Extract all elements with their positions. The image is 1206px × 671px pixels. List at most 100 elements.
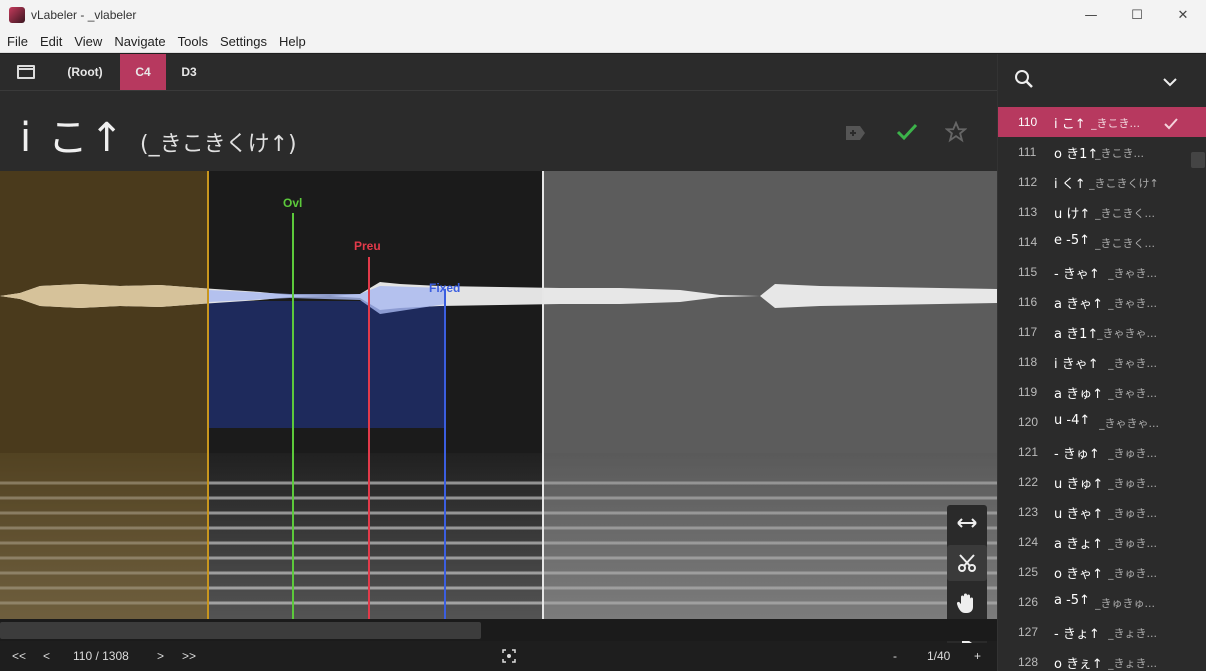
preu-line[interactable]	[368, 257, 370, 619]
entry-sample: _きょき...	[1108, 657, 1157, 670]
entry-list-item[interactable]: 128 o きぇ↑ _きょき...	[998, 647, 1206, 671]
entry-name: u -4↑	[1054, 413, 1091, 428]
entry-sample: _きゃき...	[1108, 387, 1157, 400]
entry-list-item[interactable]: 127 - きょ↑ _きょき...	[998, 617, 1206, 647]
menu-help[interactable]: Help	[272, 31, 311, 49]
star-icon[interactable]	[944, 120, 968, 149]
entry-index: 121	[1018, 445, 1039, 459]
entry-index: 110	[1018, 115, 1038, 129]
entry-list-item[interactable]: 126 a -5↑ _きゅきゅ...	[998, 587, 1206, 617]
zoom-out-button[interactable]: -	[893, 649, 897, 663]
tag-icon[interactable]	[844, 123, 868, 149]
scrollbar-thumb[interactable]	[0, 622, 481, 639]
waveform-editor[interactable]: Ovl Preu Fixed	[0, 171, 997, 619]
entry-list-item[interactable]: 110 i こ↑ _きこき...	[998, 107, 1206, 137]
entry-index: 112	[1018, 175, 1038, 189]
close-button[interactable]: ✕	[1160, 0, 1206, 31]
entry-list-item[interactable]: 116 a きゃ↑ _きゃき...	[998, 287, 1206, 317]
entry-sample: _きゅき...	[1108, 537, 1157, 550]
tab-d3[interactable]: D3	[166, 54, 212, 90]
entry-index: 115	[1018, 265, 1038, 279]
entry-list-item[interactable]: 118 i きゃ↑ _きゃき...	[998, 347, 1206, 377]
entry-sample: _きこき...	[1095, 147, 1144, 160]
maximize-button[interactable]: ☐	[1114, 0, 1160, 31]
entry-sample: _きゃきゃ...	[1097, 327, 1157, 340]
entry-sample: _きゅき...	[1108, 477, 1157, 490]
minimize-button[interactable]: —	[1068, 0, 1114, 31]
left-cutoff-line[interactable]	[207, 171, 209, 619]
entry-index: 128	[1018, 655, 1039, 669]
menu-view[interactable]: View	[67, 31, 107, 49]
entry-index: 116	[1018, 295, 1038, 309]
fixed-label: Fixed	[429, 281, 461, 295]
entry-list-item[interactable]: 112 i く↑ _きこきくけ↑	[998, 167, 1206, 197]
last-entry-button[interactable]: >>	[182, 649, 196, 663]
entry-list-item[interactable]: 124 a きょ↑ _きゅき...	[998, 527, 1206, 557]
tab-c4[interactable]: C4	[120, 54, 166, 90]
entry-list-panel: 110 i こ↑ _きこき... 111 o き1↑ _きこき... 112 i く↑ _きこき…	[997, 54, 1206, 671]
right-cutoff-line[interactable]	[542, 171, 544, 619]
menu-navigate[interactable]: Navigate	[107, 31, 170, 49]
menu-edit[interactable]: Edit	[33, 31, 67, 49]
done-check-icon[interactable]	[896, 122, 918, 148]
entry-sample: _きこきく...	[1095, 207, 1155, 220]
entry-index: 126	[1018, 595, 1039, 609]
fixed-line[interactable]	[444, 289, 446, 619]
entry-name: o きぇ↑	[1054, 657, 1103, 671]
entry-position[interactable]: 110 / 1308	[73, 649, 129, 663]
entry-list-item[interactable]: 119 a きゅ↑ _きゃき...	[998, 377, 1206, 407]
fit-view-icon[interactable]	[502, 649, 516, 666]
entry-index: 118	[1018, 355, 1038, 369]
prev-entry-button[interactable]: <	[43, 649, 50, 663]
entry-list-item[interactable]: 122 u きゅ↑ _きゅき...	[998, 467, 1206, 497]
cursor-tool-icon[interactable]	[947, 505, 987, 541]
scissors-icon[interactable]	[947, 545, 987, 581]
entry-list-item[interactable]: 120 u -4↑ _きゃきゃ...	[998, 407, 1206, 437]
entry-sample: _きゅき...	[1108, 447, 1157, 460]
navigation-footer: << < 110 / 1308 > >> - 1/40 +	[0, 643, 997, 671]
tab-root[interactable]: (Root)	[55, 54, 115, 90]
entry-sample-name[interactable]: (_きこきくけ↑)	[140, 126, 297, 158]
window-title: vLabeler - _vlabeler	[31, 8, 137, 22]
entry-sample: _きゅきゅ...	[1095, 597, 1155, 610]
entry-index: 117	[1018, 325, 1038, 339]
entry-name[interactable]: i こ↑	[20, 105, 125, 163]
entry-list-item[interactable]: 115 - きゃ↑ _きゃき...	[998, 257, 1206, 287]
entry-list-item[interactable]: 117 a き1↑ _きゃきゃ...	[998, 317, 1206, 347]
entry-name: a きょ↑	[1054, 537, 1103, 552]
entry-sample: _きこきくけ↑	[1089, 177, 1159, 190]
next-entry-button[interactable]: >	[157, 649, 164, 663]
entry-list-item[interactable]: 125 o きゃ↑ _きゅき...	[998, 557, 1206, 587]
entry-name: i こ↑	[1054, 117, 1086, 132]
entry-name: a -5↑	[1054, 593, 1090, 608]
entry-sample: _きゅき...	[1108, 567, 1157, 580]
hand-pan-icon[interactable]	[947, 585, 987, 621]
entry-sample: _きゃき...	[1108, 357, 1157, 370]
menu-tools[interactable]: Tools	[171, 31, 213, 49]
menu-file[interactable]: File	[0, 31, 33, 49]
entry-list-item[interactable]: 113 u け↑ _きこきく...	[998, 197, 1206, 227]
entry-list-header	[998, 54, 1206, 106]
entry-list-item[interactable]: 114 e -5↑ _きこきく...	[998, 227, 1206, 257]
done-check-icon	[1164, 115, 1178, 134]
entry-index: 119	[1018, 385, 1038, 399]
entry-list-item[interactable]: 111 o き1↑ _きこき...	[998, 137, 1206, 167]
entry-list-item[interactable]: 123 u きゃ↑ _きゅき...	[998, 497, 1206, 527]
search-icon[interactable]	[1014, 69, 1034, 93]
entry-list-scrollbar[interactable]	[1191, 152, 1205, 168]
zoom-in-button[interactable]: +	[974, 649, 981, 663]
horizontal-scrollbar[interactable]	[0, 619, 997, 641]
chevron-down-icon[interactable]	[1163, 72, 1177, 91]
entry-list-item[interactable]: 121 - きゅ↑ _きゅき...	[998, 437, 1206, 467]
folder-icon[interactable]	[17, 65, 35, 79]
entry-index: 123	[1018, 505, 1039, 519]
spectrogram	[0, 453, 997, 619]
menu-settings[interactable]: Settings	[213, 31, 272, 49]
entry-name: i きゃ↑	[1054, 357, 1099, 372]
ovl-line[interactable]	[292, 213, 294, 619]
entry-index: 120	[1018, 415, 1039, 429]
preu-label: Preu	[354, 239, 381, 253]
waveform	[0, 282, 997, 314]
first-entry-button[interactable]: <<	[12, 649, 26, 663]
entry-name: u きゃ↑	[1054, 507, 1104, 522]
